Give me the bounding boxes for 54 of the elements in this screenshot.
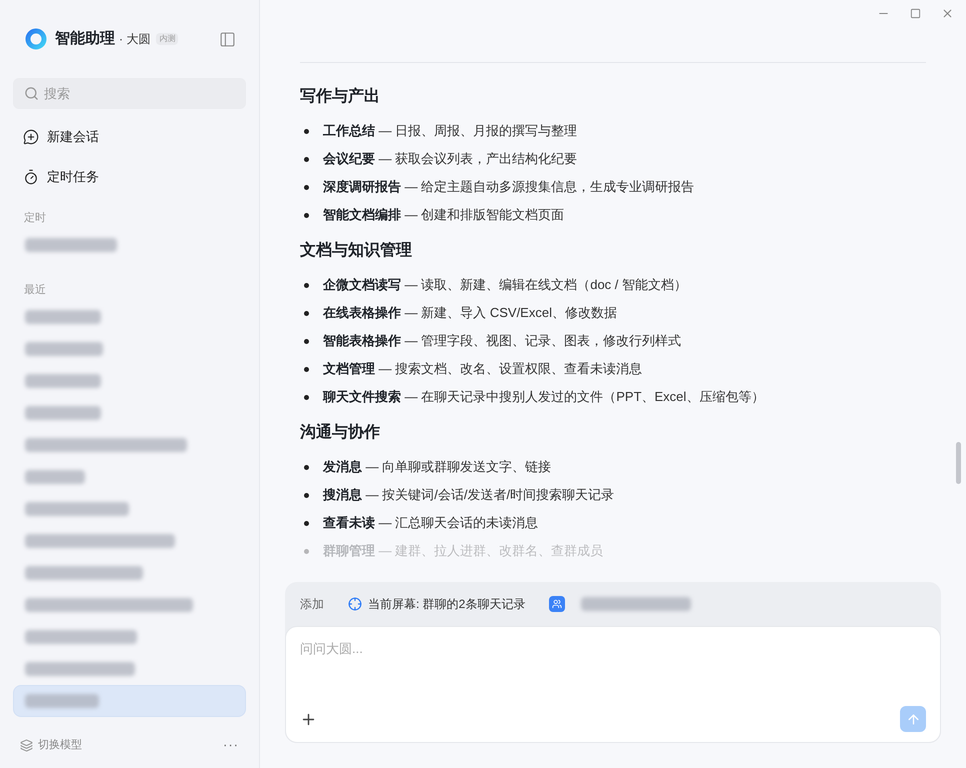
bullet-icon [304, 394, 309, 400]
bullet-text: 文档管理 — 搜索文档、改名、设置权限、查看未读消息 [323, 360, 642, 378]
bullet-icon [304, 548, 309, 554]
bullet-text: 发消息 — 向单聊或群聊发送文字、链接 [323, 458, 552, 476]
section-title: 写作与产出 [300, 86, 381, 107]
message-input[interactable]: 问问大圆... [300, 639, 926, 658]
context-chip[interactable]: 当前屏幕: 群聊的2条聊天记录 [368, 595, 526, 613]
beta-badge: 内测 [156, 33, 178, 45]
bullet-icon [304, 338, 309, 344]
bullet-text: 智能文档编排 — 创建和排版智能文档页面 [323, 206, 564, 224]
bullet-text: 会议纪要 — 获取会议列表，产出结构化纪要 [323, 150, 578, 168]
nav-item[interactable]: 新建会话 [13, 117, 246, 157]
bullet-text: 搜消息 — 按关键词/会话/发送者/时间搜索聊天记录 [323, 486, 614, 504]
more-button[interactable]: ··· [223, 735, 239, 755]
nav-item[interactable]: 定时任务 [13, 157, 246, 197]
contact-avatar-icon [549, 596, 566, 612]
sidebar-toggle-icon[interactable] [219, 30, 236, 48]
bullet-text: 聊天文件搜索 — 在聊天记录中搜别人发过的文件（PPT、Excel、压缩包等） [323, 388, 764, 406]
section-title: 沟通与协作 [300, 422, 381, 443]
bullet-icon [304, 464, 309, 470]
bullet-text: 深度调研报告 — 给定主题自动多源搜集信息，生成专业调研报告 [323, 178, 694, 196]
bullet-icon [304, 128, 309, 134]
search-field[interactable]: 搜索 [13, 78, 246, 109]
bullet-text: 工作总结 — 日报、周报、月报的撰写与整理 [323, 122, 578, 140]
search-icon [24, 86, 39, 101]
bullet-icon [304, 282, 309, 288]
app-title: 智能助理 [55, 28, 115, 49]
section-heading: 最近 [23, 283, 47, 298]
section-heading: 定时 [23, 210, 47, 226]
bullet-icon [304, 492, 309, 498]
send-button[interactable] [900, 706, 926, 732]
maximize-icon[interactable] [910, 8, 921, 18]
timer-icon [23, 169, 39, 185]
crosshair-icon [348, 597, 362, 611]
close-icon[interactable] [941, 6, 954, 20]
bullet-icon [304, 156, 309, 162]
section-title: 文档与知识管理 [300, 240, 413, 261]
add-label: 添加 [300, 596, 324, 613]
logo-icon [25, 28, 47, 50]
bullet-icon [304, 212, 309, 218]
bullet-icon [304, 184, 309, 190]
bullet-text: 查看未读 — 汇总聊天会话的未读消息 [323, 514, 538, 532]
bullet-icon [304, 366, 309, 372]
scrollbar-thumb[interactable] [956, 442, 961, 484]
chat-plus-icon [23, 129, 39, 145]
bullet-icon [304, 310, 309, 316]
history-item[interactable] [13, 685, 246, 717]
bullet-text: 企微文档读写 — 读取、新建、编辑在线文档（doc / 智能文档） [323, 276, 688, 294]
workspace-name: · 大圆 [119, 31, 150, 48]
redacted-text [25, 470, 85, 484]
bullet-text: 智能表格操作 — 管理字段、视图、记录、图表，修改行列样式 [323, 332, 682, 350]
bullet-icon [304, 520, 309, 526]
bullet-text: 在线表格操作 — 新建、导入 CSV/Excel、修改数据 [323, 304, 617, 322]
layers-icon [20, 738, 33, 752]
